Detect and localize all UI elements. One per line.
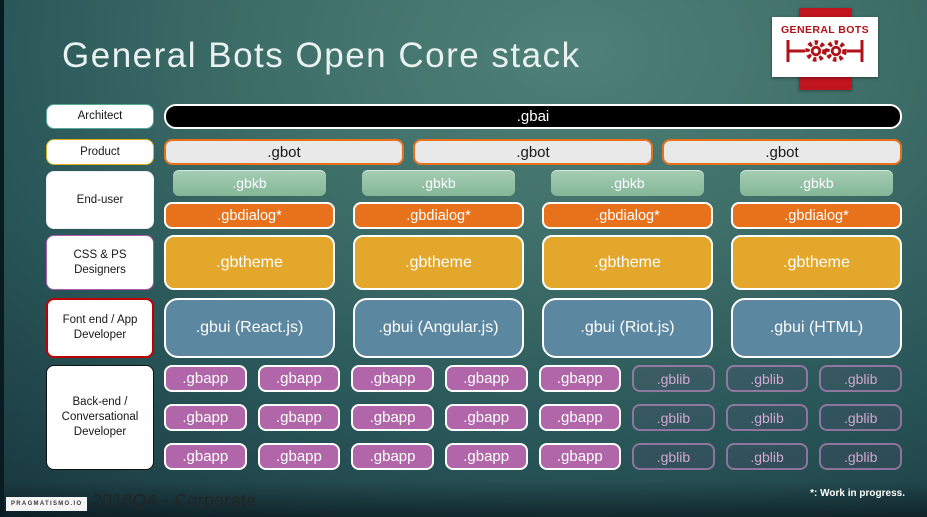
- gbui-row: .gbui (React.js) .gbui (Angular.js) .gbu…: [164, 298, 902, 358]
- gbapp-box: .gbapp: [444, 365, 528, 392]
- gblib-box: .gblib: [725, 443, 809, 470]
- gblib-box: .gblib: [819, 443, 902, 470]
- work-in-progress-note: *: Work in progress.: [810, 488, 905, 499]
- gbapp-box: .gbapp: [351, 443, 434, 470]
- gbapp-box: .gbapp: [164, 365, 247, 392]
- page-title: General Bots Open Core stack: [62, 36, 581, 75]
- gbtheme-box: .gbtheme: [164, 235, 335, 290]
- gears-icon: [783, 37, 867, 70]
- gbkb-box: .gbkb: [551, 170, 704, 196]
- gbapp-box: .gbapp: [444, 404, 528, 431]
- gbot-box: .gbot: [662, 139, 902, 165]
- gblib-box: .gblib: [725, 365, 809, 392]
- gbdialog-box: .gbdialog*: [353, 202, 524, 229]
- gbot-box: .gbot: [164, 139, 404, 165]
- gbapp-box: .gbapp: [444, 443, 528, 470]
- gbtheme-box: .gbtheme: [353, 235, 524, 290]
- gbai-box: .gbai: [164, 104, 902, 129]
- gbdialog-row: .gbdialog* .gbdialog* .gbdialog* .gbdial…: [164, 202, 902, 229]
- gbapp-box: .gbapp: [351, 404, 434, 431]
- gbui-angular-box: .gbui (Angular.js): [353, 298, 524, 358]
- gbdialog-box: .gbdialog*: [731, 202, 902, 229]
- logo-brand-text: GENERAL BOTS: [780, 24, 870, 36]
- gbapp-box: .gbapp: [257, 365, 341, 392]
- row-label-designers: CSS & PS Designers: [46, 235, 154, 290]
- gbkb-box: .gbkb: [362, 170, 515, 196]
- gblib-box: .gblib: [725, 404, 809, 431]
- gbtheme-box: .gbtheme: [731, 235, 902, 290]
- gbapp-box: .gbapp: [538, 443, 622, 470]
- gbapp-box: .gbapp: [538, 404, 622, 431]
- gblib-box: .gblib: [632, 443, 715, 470]
- gbui-html-box: .gbui (HTML): [731, 298, 902, 358]
- gbkb-box: .gbkb: [740, 170, 893, 196]
- row-label-architect: Architect: [46, 104, 154, 129]
- gbdialog-box: .gbdialog*: [164, 202, 335, 229]
- row-label-backend-developer: Back-end / Conversational Developer: [46, 365, 154, 470]
- product-row: .gbot .gbot .gbot: [164, 139, 902, 165]
- architect-row: .gbai: [164, 104, 902, 129]
- gbapp-box: .gbapp: [257, 443, 341, 470]
- gblib-box: .gblib: [632, 365, 715, 392]
- gblib-box: .gblib: [819, 404, 902, 431]
- gbui-riot-box: .gbui (Riot.js): [542, 298, 713, 358]
- gbapp-box: .gbapp: [257, 404, 341, 431]
- gbkb-row: .gbkb .gbkb .gbkb .gbkb: [164, 170, 902, 196]
- gbui-react-box: .gbui (React.js): [164, 298, 335, 358]
- slide: General Bots Open Core stack GENERAL BOT…: [0, 0, 927, 517]
- gbapp-box: .gbapp: [538, 365, 622, 392]
- pragmatismo-badge: PRAGMATISMO.IO: [6, 497, 88, 511]
- row-label-end-user: End-user: [46, 171, 154, 229]
- slide-footer-label: 2018Q4 - Corporate: [92, 490, 257, 510]
- gbapp-box: .gbapp: [164, 443, 247, 470]
- gbot-box: .gbot: [413, 139, 653, 165]
- gbtheme-box: .gbtheme: [542, 235, 713, 290]
- gbapp-box: .gbapp: [351, 365, 434, 392]
- backend-row-1: .gbapp .gbapp .gbapp .gbapp .gbapp .gbli…: [164, 365, 902, 392]
- gbdialog-box: .gbdialog*: [542, 202, 713, 229]
- general-bots-logo: GENERAL BOTS: [772, 17, 878, 77]
- gbkb-box: .gbkb: [173, 170, 326, 196]
- row-label-product: Product: [46, 139, 154, 165]
- backend-row-3: .gbapp .gbapp .gbapp .gbapp .gbapp .gbli…: [164, 443, 902, 470]
- gbtheme-row: .gbtheme .gbtheme .gbtheme .gbtheme: [164, 235, 902, 290]
- row-label-frontend-developer: Font end / App Developer: [46, 298, 154, 358]
- backend-row-2: .gbapp .gbapp .gbapp .gbapp .gbapp .gbli…: [164, 404, 902, 431]
- gblib-box: .gblib: [819, 365, 902, 392]
- gblib-box: .gblib: [632, 404, 715, 431]
- gbapp-box: .gbapp: [164, 404, 247, 431]
